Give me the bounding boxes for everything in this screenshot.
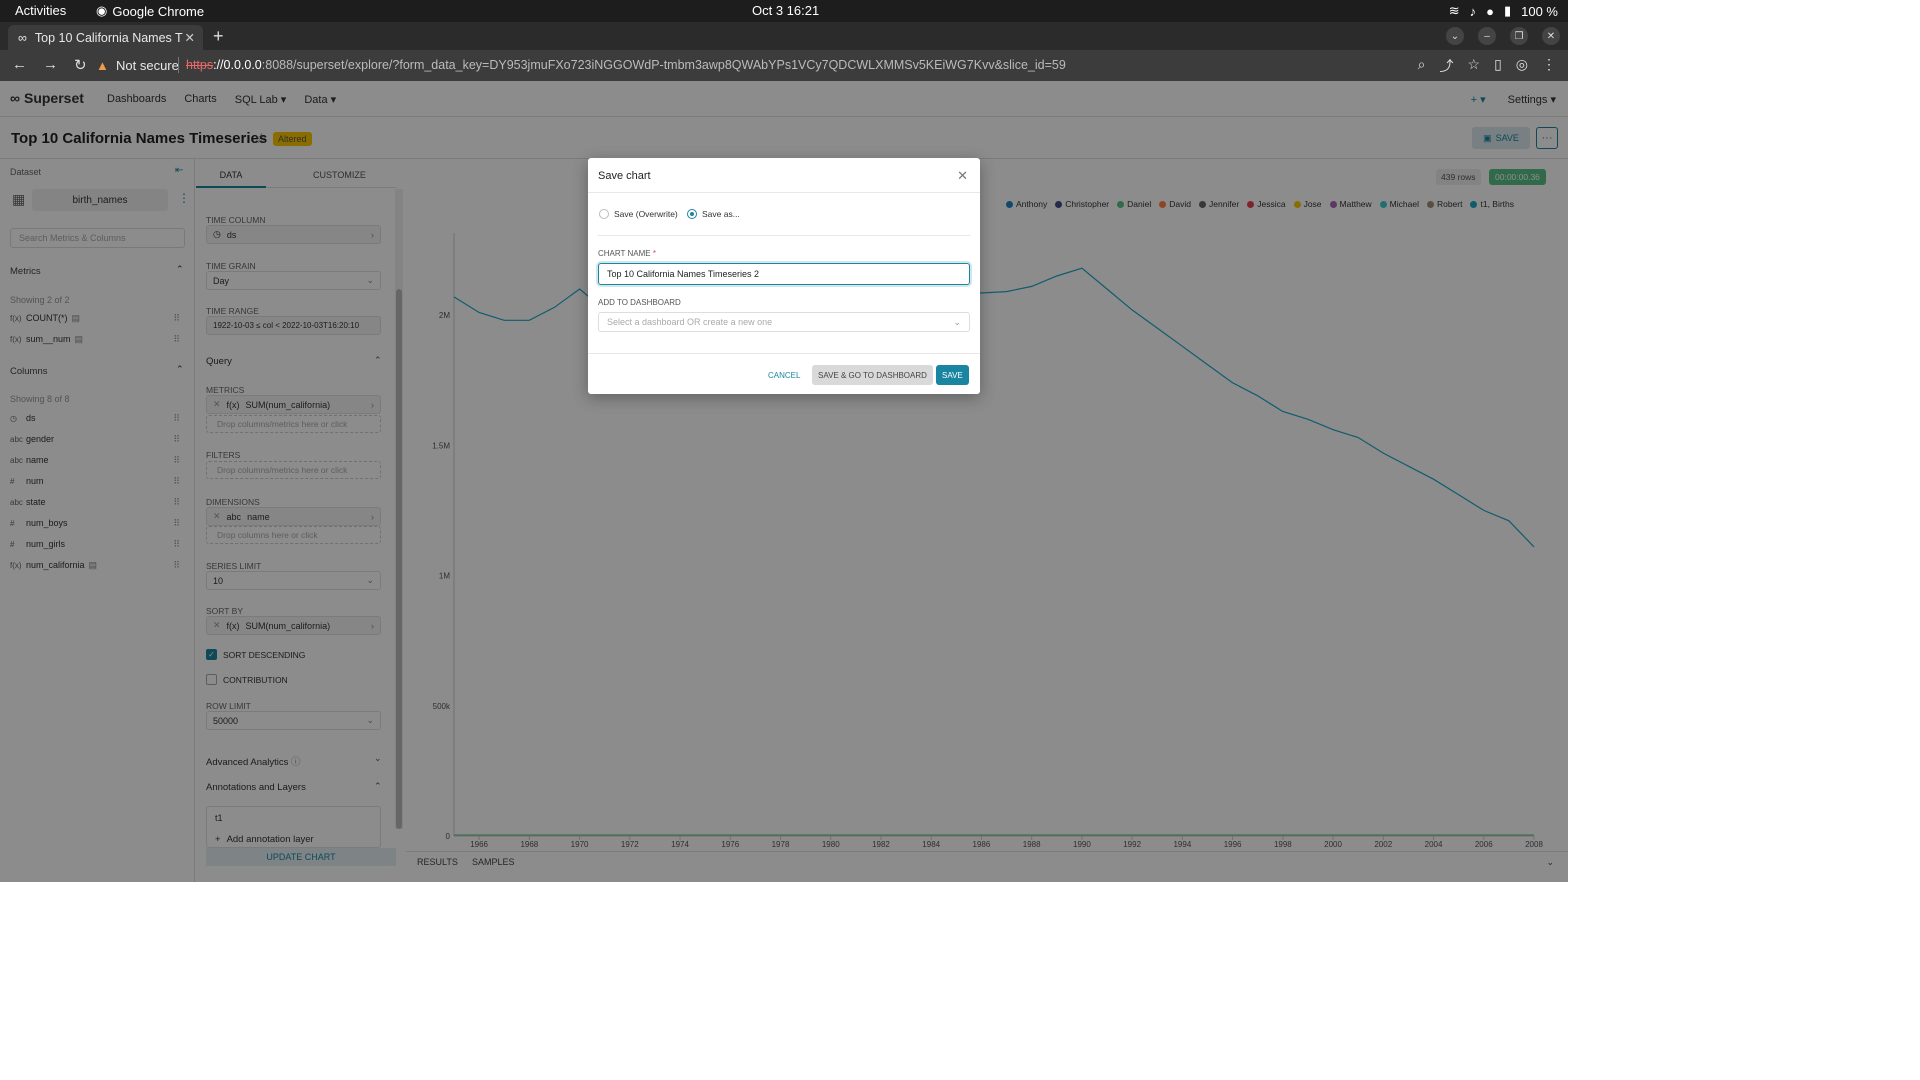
tab-title: Top 10 California Names T (34, 30, 183, 45)
divider (178, 57, 179, 73)
overwrite-radio[interactable]: Save (Overwrite) (599, 209, 678, 219)
modal-header: Save chart ✕ (588, 158, 980, 193)
maximize-icon[interactable]: ❐ (1510, 27, 1528, 45)
volume-icon: ♪ (1469, 3, 1477, 19)
divider (588, 353, 980, 354)
system-tray[interactable]: ≋ ♪ ● ▮ 100 % (1449, 3, 1558, 19)
browser-tab-bar: ∞ Top 10 California Names T ✕ + ⌄ – ❐ ✕ (0, 22, 1568, 50)
battery-icon: ▮ (1503, 3, 1512, 18)
radio-checked-icon (687, 209, 697, 219)
browser-tab[interactable]: ∞ Top 10 California Names T ✕ (8, 25, 203, 50)
wifi-icon: ≋ (1448, 3, 1460, 18)
save-button[interactable]: SAVE (936, 365, 969, 385)
address-bar-row: ← → ↻ ▲ Not secure https://0.0.0.0:8088/su… (0, 50, 1568, 81)
app-menu[interactable]: ◉ Google Chrome (96, 3, 204, 19)
modal-title: Save chart (598, 170, 651, 182)
save-as-radio[interactable]: Save as... (687, 209, 740, 219)
chart-name-label: CHART NAME * (598, 249, 656, 258)
battery-level: 100 % (1521, 3, 1558, 19)
mic-icon: ● (1486, 3, 1494, 19)
profile-icon[interactable]: ◎ (1516, 56, 1528, 76)
forward-icon[interactable]: → (43, 56, 58, 74)
back-icon[interactable]: ← (12, 56, 27, 74)
not-secure-label[interactable]: Not secure (116, 58, 179, 73)
share-icon[interactable]: ⤴ (1440, 56, 1454, 76)
tab-search-icon[interactable]: ⌄ (1446, 27, 1464, 45)
close-window-icon[interactable]: ✕ (1542, 27, 1560, 45)
bookmark-star-icon[interactable]: ☆ (1468, 56, 1481, 76)
close-tab-icon[interactable]: ✕ (185, 30, 195, 45)
save-and-go-button[interactable]: SAVE & GO TO DASHBOARD (812, 365, 933, 385)
chevron-down-icon: ⌄ (953, 316, 961, 327)
new-tab-button[interactable]: + (213, 26, 224, 47)
chrome-icon: ◉ (96, 3, 108, 18)
clock[interactable]: Oct 3 16:21 (752, 3, 819, 18)
activities-button[interactable]: Activities (15, 3, 66, 18)
dashboard-select[interactable]: Select a dashboard OR create a new one ⌄ (598, 312, 970, 332)
chart-name-input[interactable]: Top 10 California Names Timeseries 2 (598, 263, 970, 285)
chrome-menu-icon[interactable]: ⋮ (1542, 56, 1556, 76)
minimize-icon[interactable]: – (1478, 27, 1496, 45)
save-chart-modal: Save chart ✕ Save (Overwrite) Save as...… (588, 158, 980, 394)
warning-icon[interactable]: ▲ (96, 58, 109, 73)
divider (598, 235, 970, 236)
close-icon[interactable]: ✕ (957, 168, 968, 184)
radio-icon (599, 209, 609, 219)
cancel-button[interactable]: CANCEL (762, 365, 807, 385)
sidepanel-icon[interactable]: ▯ (1494, 56, 1502, 76)
tab-favicon-icon: ∞ (18, 30, 27, 45)
dashboard-label: ADD TO DASHBOARD (598, 298, 681, 307)
reload-icon[interactable]: ↻ (74, 56, 87, 74)
url-input[interactable]: https://0.0.0.0:8088/superset/explore/?f… (186, 58, 1066, 72)
system-top-bar: Activities ◉ Google Chrome Oct 3 16:21 ≋ ♪… (0, 0, 1568, 22)
zoom-icon[interactable]: ⌕ (1418, 56, 1426, 76)
